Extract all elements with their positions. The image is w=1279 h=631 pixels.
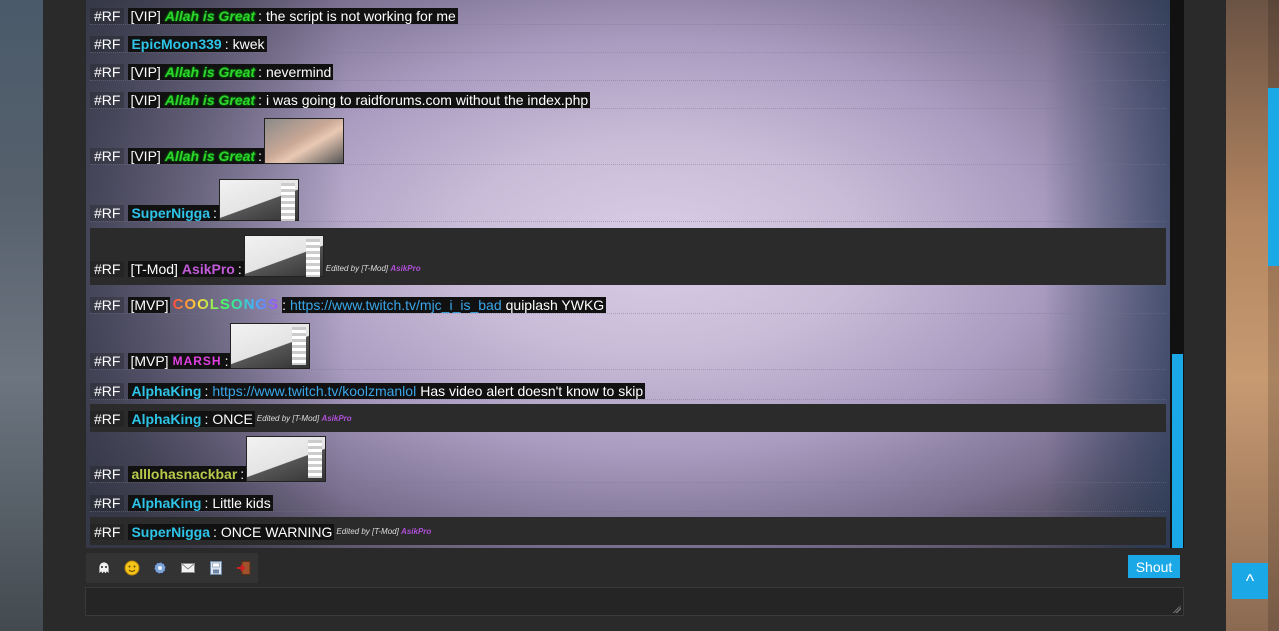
username-link[interactable]: Allah is Great [161, 64, 259, 80]
edited-prefix: Edited by [T-Mod] [336, 527, 399, 536]
username-link[interactable]: AsikPro [178, 261, 238, 277]
message-text: Has video alert doesn't know to skip [418, 383, 646, 399]
save-icon[interactable] [205, 557, 227, 579]
shout-input[interactable] [85, 587, 1184, 616]
username-link[interactable]: MARSH [169, 353, 225, 369]
message-tag: #RF [90, 64, 125, 80]
settings-icon[interactable] [149, 557, 171, 579]
edited-by[interactable]: AsikPro [390, 264, 420, 273]
mail-icon[interactable] [177, 557, 199, 579]
edited-prefix: Edited by [T-Mod] [325, 264, 389, 273]
username-link[interactable]: EpicMoon339 [128, 36, 225, 52]
message-tag: #RF [90, 297, 125, 313]
user-rank: [T-Mod] [128, 261, 179, 277]
message-tag: #RF [90, 353, 125, 369]
message-tag: #RF [90, 8, 125, 24]
message-tag: #RF [90, 524, 125, 540]
user-rank: [MVP] [128, 353, 170, 369]
edited-by[interactable]: AsikPro [401, 527, 431, 536]
chat-message-edited: #RF AlphaKing : ONCE Edited by [T-Mod] A… [90, 404, 1166, 432]
message-text: i was going to raidforums.com without th… [263, 92, 591, 108]
message-tag: #RF [90, 411, 125, 427]
message-image[interactable] [263, 118, 344, 164]
edited-note: Edited by [T-Mod] AsikPro [257, 411, 352, 427]
chat-message-edited: #RF SuperNigga : ONCE WARNING Edited by … [90, 517, 1166, 545]
resize-grip-icon[interactable] [1173, 605, 1181, 613]
username-link[interactable]: AlphaKing [128, 411, 205, 427]
username-link[interactable]: SuperNigga [128, 205, 214, 221]
user-rank: [VIP] [128, 148, 162, 164]
message-tag: #RF [90, 495, 125, 511]
chat-message: #RF [VIP] Allah is Great : [90, 116, 1166, 165]
message-tag: #RF [90, 148, 125, 164]
username-link[interactable]: Allah is Great [161, 148, 259, 164]
chat-message: #RF [VIP] Allah is Great : i was going t… [90, 88, 1166, 109]
message-text: quiplash YWKG [503, 297, 607, 313]
message-image[interactable] [246, 436, 327, 482]
edited-note: Edited by [T-Mod] AsikPro [326, 261, 421, 277]
exit-icon[interactable] [233, 557, 255, 579]
username-link[interactable]: COOLSONGS [170, 297, 283, 313]
edited-note: Edited by [T-Mod] AsikPro [336, 524, 431, 540]
shoutbox-toolbar [86, 553, 258, 583]
message-tag: #RF [90, 383, 125, 399]
message-image[interactable] [230, 323, 311, 369]
chat-message: #RF [MVP] MARSH : [90, 322, 1166, 370]
shoutbox-scrollbar-thumb[interactable] [1172, 354, 1183, 548]
message-tag: #RF [90, 205, 125, 221]
chat-message: #RF AlphaKing : Little kids [90, 492, 1166, 512]
username-link[interactable]: AlphaKing [128, 383, 205, 399]
message-tag: #RF [90, 466, 125, 482]
message-link[interactable]: https://www.twitch.tv/mjc_i_is_bad [287, 297, 504, 313]
username-link[interactable]: Allah is Great [161, 8, 259, 24]
message-text: nevermind [263, 64, 334, 80]
message-image[interactable] [218, 179, 299, 221]
username-link[interactable]: AlphaKing [128, 495, 205, 511]
ghost-icon[interactable] [93, 557, 115, 579]
user-rank: [VIP] [128, 92, 162, 108]
username-link[interactable]: SuperNigga [128, 524, 214, 540]
message-tag: #RF [90, 261, 125, 277]
back-to-top-button[interactable]: ^ [1232, 563, 1268, 599]
page-scrollbar-thumb[interactable] [1268, 88, 1279, 266]
username-link[interactable]: alllohasnackbar [128, 466, 241, 482]
chevron-up-icon: ^ [1245, 570, 1255, 591]
chat-message: #RF EpicMoon339 : kwek [90, 32, 1166, 53]
smiley-icon[interactable] [121, 557, 143, 579]
chat-message: #RF alllohasnackbar : [90, 436, 1166, 483]
chat-message: #RF [VIP] Allah is Great : the script is… [90, 4, 1166, 25]
chat-message: #RF [VIP] Allah is Great : nevermind [90, 60, 1166, 81]
username-link[interactable]: Allah is Great [161, 92, 259, 108]
message-text: ONCE [210, 411, 255, 427]
message-tag: #RF [90, 36, 125, 52]
message-text: ONCE WARNING [218, 524, 335, 540]
message-text: the script is not working for me [263, 8, 458, 24]
message-text: Little kids [210, 495, 273, 511]
message-link[interactable]: https://www.twitch.tv/koolzmanlol [210, 383, 419, 399]
message-image[interactable] [243, 235, 324, 277]
chat-message: #RF SuperNigga : [90, 175, 1166, 222]
user-rank: [MVP] [128, 297, 170, 313]
user-rank: [VIP] [128, 64, 162, 80]
user-rank: [VIP] [128, 8, 162, 24]
message-text: kwek [230, 36, 267, 52]
message-tag: #RF [90, 92, 125, 108]
chat-message: #RF AlphaKing : https://www.twitch.tv/ko… [90, 380, 1166, 400]
page-background-left [0, 0, 43, 631]
shout-button[interactable]: Shout [1128, 555, 1180, 578]
chat-message-edited: #RF [T-Mod] AsikPro : Edited by [T-Mod] … [90, 228, 1166, 285]
edited-by[interactable]: AsikPro [321, 414, 351, 423]
chat-message: #RF [MVP] COOLSONGS : https://www.twitch… [90, 290, 1166, 314]
edited-prefix: Edited by [T-Mod] [256, 414, 320, 423]
